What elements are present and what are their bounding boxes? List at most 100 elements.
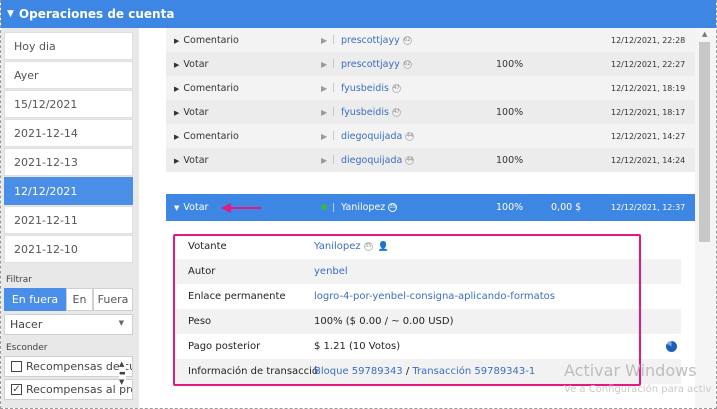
voter-link[interactable]: Yanilopez (314, 241, 361, 252)
operation-type: Votar (183, 106, 209, 118)
operation-date: 12/12/2021, 18:17 (611, 107, 686, 117)
expand-triangle-icon[interactable]: ▶ (174, 157, 179, 165)
checkbox-label: Recompensas al pro (26, 383, 133, 396)
operation-date: 12/12/2021, 18:19 (611, 83, 686, 93)
detail-label: Pago posterior (188, 341, 261, 352)
play-icon: ▶ (321, 107, 328, 117)
operation-row[interactable]: ▶ Votar ▶ | prescottjayy 62 100% 12/12/2021… (166, 52, 695, 76)
chevron-down-icon: ▼ (118, 319, 124, 327)
date-button-today[interactable]: Hoy dia (4, 32, 133, 60)
operation-row[interactable]: ▶ Votar ▶ | diegoquijada 44 100% 12/12/2021… (166, 148, 695, 172)
detail-label: Información de transacció (188, 366, 319, 377)
annotation-arrow-icon (221, 203, 261, 213)
divider: | (332, 59, 336, 69)
expand-triangle-icon[interactable]: ▶ (174, 85, 179, 93)
filter-option-outgoing[interactable]: Fuera (93, 288, 133, 311)
date-label: Ayer (14, 68, 39, 82)
checkbox-unchecked-icon[interactable] (11, 361, 22, 372)
vote-percent: 100% (496, 106, 524, 118)
operation-date: 12/12/2021, 22:27 (611, 59, 686, 69)
expand-triangle-icon[interactable]: ▶ (174, 37, 179, 45)
operation-row[interactable]: ▶ Votar ▶ | fyusbeidis 47 100% 12/12/2021, … (166, 100, 695, 124)
detail-label: Autor (188, 266, 216, 277)
date-button[interactable]: 2021-12-10 (4, 235, 133, 263)
operation-type: Votar (183, 202, 209, 213)
operation-type: Comentario (183, 130, 239, 142)
detail-row-permalink: Enlace permanente logro-4-por-yenbel-con… (176, 284, 681, 309)
block-link[interactable]: Bloque 59789343 (314, 366, 403, 377)
sidebar: Hoy dia Ayer 15/12/2021 2021-12-14 2021-… (1, 28, 139, 408)
permalink-link[interactable]: logro-4-por-yenbel-consigna-aplicando-fo… (314, 291, 555, 302)
filter-option-in[interactable]: En (66, 288, 93, 311)
collapse-triangle-icon[interactable]: ▼ (7, 9, 14, 19)
payout-value: $ 1.21 (10 Votos) (314, 341, 401, 352)
checkbox-checked-icon[interactable]: ✓ (11, 384, 22, 395)
vote-percent: 100% (496, 58, 524, 70)
operation-type-select[interactable]: Hacer ▼ (4, 314, 133, 335)
reputation-badge: 62 (402, 35, 412, 45)
detail-row-voter: Votante Yanilopez 35 👤 (176, 234, 681, 259)
operation-date: 12/12/2021, 22:28 (611, 35, 686, 45)
divider: | (332, 155, 336, 165)
operation-row[interactable]: ▶ Comentario ▶ | fyusbeidis 47 12/12/2021, … (166, 76, 695, 100)
scrollbar-thumb[interactable] (699, 42, 710, 242)
collapse-triangle-icon[interactable]: ▼ (174, 204, 179, 212)
reputation-badge: 44 (405, 131, 415, 141)
operation-row[interactable]: ▶ Comentario ▶ | prescottjayy 62 12/12/2021… (166, 28, 695, 52)
date-button[interactable]: 2021-12-13 (4, 148, 133, 176)
date-label: 2021-12-14 (14, 126, 78, 140)
username-link[interactable]: prescottjayy (341, 35, 400, 46)
hide-option-checkbox[interactable]: Recompensas de cu (4, 356, 133, 377)
divider: | (332, 107, 336, 117)
username-link[interactable]: diegoquijada (341, 131, 402, 142)
play-icon: ▶ (321, 35, 328, 45)
author-link[interactable]: yenbel (314, 266, 348, 277)
date-button[interactable]: 15/12/2021 (4, 90, 133, 118)
detail-label: Peso (188, 316, 212, 327)
reputation-badge: 62 (402, 59, 412, 69)
section-header[interactable]: ▼ Operaciones de cuenta (1, 0, 716, 28)
expand-triangle-icon[interactable]: ▶ (174, 133, 179, 141)
username-link[interactable]: fyusbeidis (341, 107, 389, 118)
date-button[interactable]: 2021-12-11 (4, 206, 133, 234)
reputation-badge: 35 (388, 203, 398, 212)
date-label: Hoy dia (14, 39, 56, 53)
vertical-scrollbar[interactable]: ▲ (695, 28, 716, 408)
date-label: 2021-12-10 (14, 242, 78, 256)
reputation-badge: 47 (391, 107, 401, 117)
expand-triangle-icon[interactable]: ▶ (174, 109, 179, 117)
username-link[interactable]: prescottjayy (341, 59, 400, 70)
operations-list: ▶ Comentario ▶ | prescottjayy 62 12/12/2021… (166, 28, 695, 408)
date-label: 12/12/2021 (14, 184, 78, 198)
section-title: Operaciones de cuenta (18, 7, 175, 21)
date-button-yesterday[interactable]: Ayer (4, 61, 133, 89)
operation-detail-panel: Votante Yanilopez 35 👤 Autor yenbel Enlace… (166, 228, 695, 408)
list-scroll-arrows-icon[interactable]: ▲ ▬ ▼ (119, 360, 126, 387)
pie-chart-icon[interactable] (666, 341, 677, 352)
reputation-badge: 44 (405, 155, 415, 165)
date-button-active[interactable]: 12/12/2021 (4, 177, 133, 205)
date-label: 2021-12-11 (14, 213, 78, 227)
transaction-link[interactable]: Transacción 59789343-1 (412, 366, 535, 377)
status-dot-icon (321, 204, 327, 210)
play-icon: ▶ (321, 155, 328, 165)
play-icon: ▶ (321, 59, 328, 69)
expand-triangle-icon[interactable]: ▶ (174, 61, 179, 69)
operation-date: 12/12/2021, 14:27 (611, 131, 686, 141)
date-label: 2021-12-13 (14, 155, 78, 169)
detail-row-author: Autor yenbel (176, 259, 681, 284)
play-icon: ▶ (321, 83, 328, 93)
divider: | (332, 83, 336, 93)
reputation-badge: 35 (363, 241, 373, 251)
username-link[interactable]: fyusbeidis (341, 83, 389, 94)
activation-watermark: Activar Windows (564, 361, 697, 380)
app-window: ▼ Operaciones de cuenta Hoy dia Ayer 15/… (0, 0, 717, 409)
hide-option-checkbox[interactable]: ✓ Recompensas al pro (4, 379, 133, 400)
date-button[interactable]: 2021-12-14 (4, 119, 133, 147)
username-link[interactable]: diegoquijada (341, 155, 402, 166)
operation-row[interactable]: ▶ Comentario ▶ | diegoquijada 44 12/12/2021… (166, 124, 695, 148)
user-icon[interactable]: 👤 (378, 242, 389, 252)
username-link[interactable]: Yanilopez (341, 202, 385, 213)
scroll-up-icon[interactable]: ▲ (702, 30, 707, 38)
filter-option-out[interactable]: En fuera (4, 288, 66, 311)
